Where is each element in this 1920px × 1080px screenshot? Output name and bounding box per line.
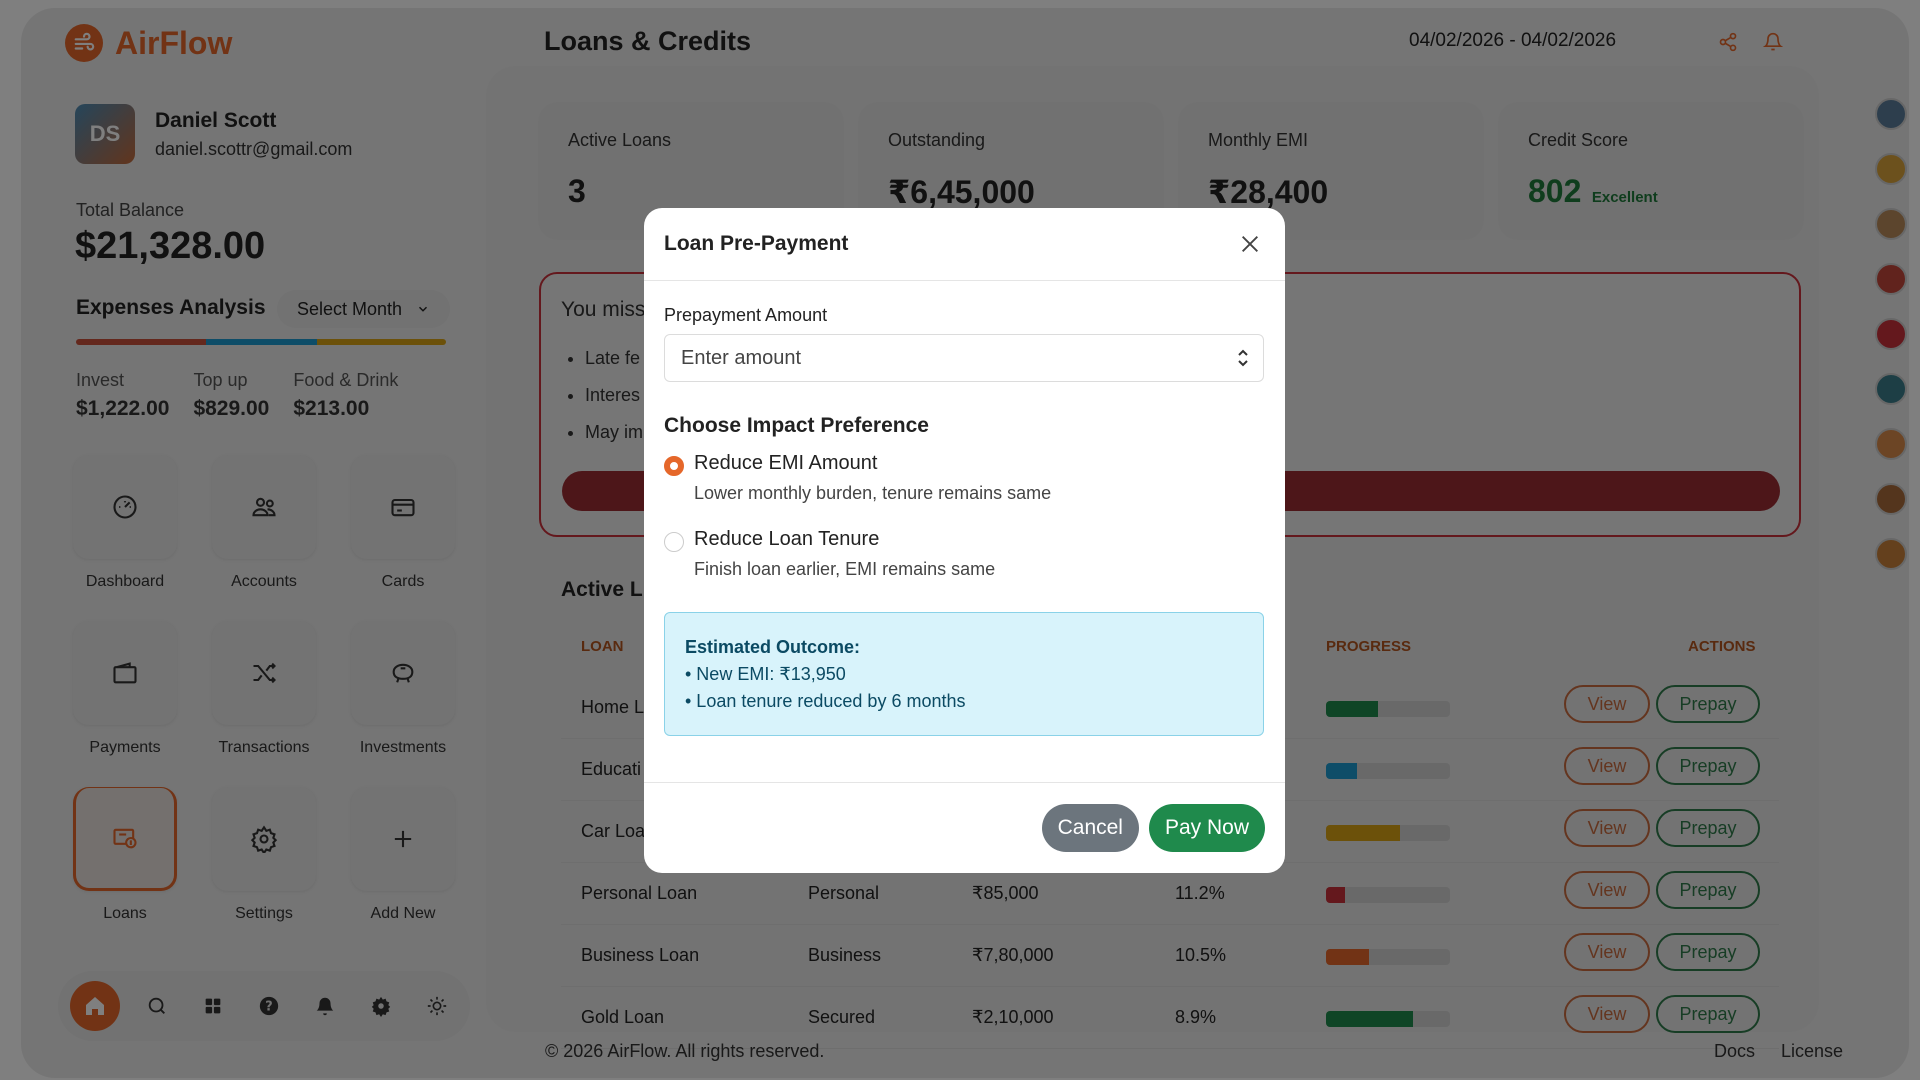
outcome-new-emi: • New EMI: ₹13,950 bbox=[685, 664, 846, 684]
estimated-outcome-box: Estimated Outcome: • New EMI: ₹13,950 • … bbox=[664, 612, 1264, 736]
option-reduce-tenure[interactable]: Reduce Loan Tenure Finish loan earlier, … bbox=[664, 528, 1265, 580]
option-label: Reduce EMI Amount bbox=[694, 452, 878, 474]
impact-preference-title: Choose Impact Preference bbox=[664, 414, 929, 437]
pay-now-button[interactable]: Pay Now bbox=[1148, 804, 1265, 852]
outcome-title: Estimated Outcome: bbox=[685, 637, 861, 657]
modal-footer: Cancel Pay Now bbox=[644, 782, 1285, 873]
radio-reduce-tenure[interactable] bbox=[664, 532, 684, 552]
option-description: Finish loan earlier, EMI remains same bbox=[694, 559, 996, 579]
modal-title: Loan Pre-Payment bbox=[664, 232, 849, 255]
radio-reduce-emi[interactable] bbox=[664, 456, 684, 476]
loan-prepayment-modal: Loan Pre-Payment Prepayment Amount Choos… bbox=[644, 208, 1285, 873]
prepayment-amount-wrapper bbox=[664, 334, 1265, 382]
option-label: Reduce Loan Tenure bbox=[694, 528, 880, 550]
modal-header: Loan Pre-Payment bbox=[644, 208, 1285, 281]
number-stepper-icon[interactable] bbox=[1235, 346, 1251, 370]
prepayment-amount-input[interactable] bbox=[664, 334, 1264, 382]
cancel-button[interactable]: Cancel bbox=[1041, 804, 1139, 852]
modal-body: Prepayment Amount Choose Impact Preferen… bbox=[644, 281, 1285, 760]
outcome-tenure-reduction: • Loan tenure reduced by 6 months bbox=[685, 691, 966, 711]
prepayment-amount-label: Prepayment Amount bbox=[664, 305, 828, 325]
close-icon[interactable] bbox=[1235, 229, 1265, 259]
option-reduce-emi[interactable]: Reduce EMI Amount Lower monthly burden, … bbox=[664, 452, 1265, 504]
option-description: Lower monthly burden, tenure remains sam… bbox=[694, 483, 1052, 503]
